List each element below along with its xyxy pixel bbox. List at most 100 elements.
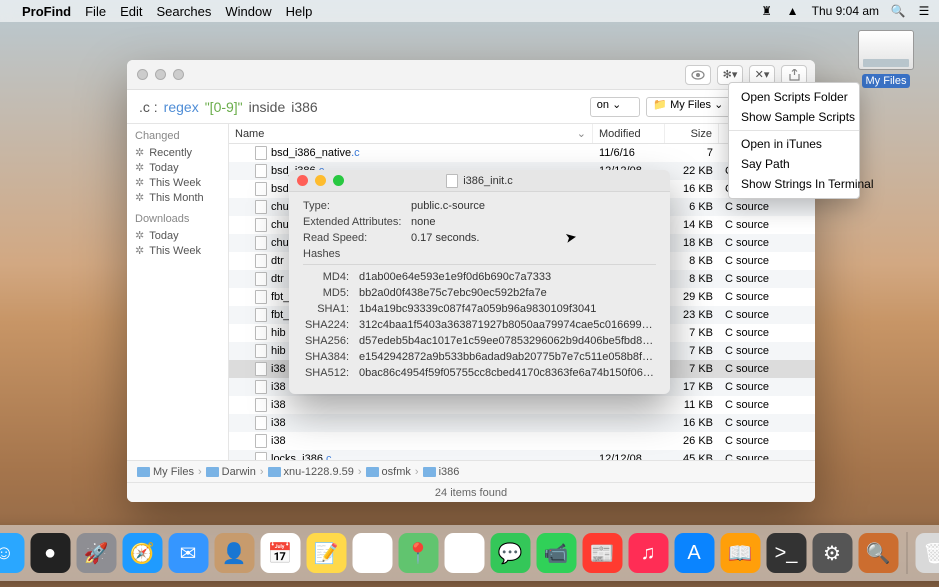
file-name: i38: [271, 399, 286, 411]
menu-item[interactable]: Open in iTunes: [729, 134, 859, 154]
menu-item[interactable]: Show Sample Scripts: [729, 107, 859, 127]
cell-size: 16 KB: [665, 417, 719, 429]
dock-reminders[interactable]: ☑: [352, 533, 392, 573]
menu-edit[interactable]: Edit: [120, 4, 142, 19]
dock-messages[interactable]: 💬: [490, 533, 530, 573]
sidebar-item[interactable]: ✲This Week: [135, 175, 220, 190]
menu-searches[interactable]: Searches: [156, 4, 211, 19]
cell-kind: C source: [719, 399, 815, 411]
path-segment[interactable]: osfmk: [366, 466, 411, 478]
dock-itunes[interactable]: ♫: [628, 533, 668, 573]
menu-item[interactable]: Show Strings In Terminal: [729, 174, 859, 194]
col-size[interactable]: Size: [665, 124, 719, 143]
file-name: i38: [271, 381, 286, 393]
cell-size: 14 KB: [665, 219, 719, 231]
hash-key: MD4:: [303, 271, 359, 283]
file-name: chu: [271, 237, 289, 249]
sidebar-item-label: Recently: [149, 147, 192, 159]
cell-kind: C source: [719, 291, 815, 303]
chevron-icon: ›: [358, 466, 362, 478]
dock-finder[interactable]: ☺: [0, 533, 24, 573]
hash-value: d1ab00e64e593e1e9f0d6b690c7a7333: [359, 271, 656, 283]
path-segment[interactable]: xnu-1228.9.59: [268, 466, 354, 478]
gear-icon: ✲: [135, 229, 144, 242]
cell-size: 16 KB: [665, 183, 719, 195]
folder-icon: [366, 467, 379, 477]
table-row[interactable]: i3811 KBC source: [229, 396, 815, 414]
dock-mail[interactable]: ✉: [168, 533, 208, 573]
dock-terminal[interactable]: >_: [766, 533, 806, 573]
dock-siri[interactable]: ●: [30, 533, 70, 573]
status-bar: 24 items found: [127, 482, 815, 502]
table-row[interactable]: i3816 KBC source: [229, 414, 815, 432]
cell-size: 8 KB: [665, 255, 719, 267]
dock-contacts[interactable]: 👤: [214, 533, 254, 573]
disk-icon: [858, 30, 914, 70]
col-name[interactable]: Name⌄: [229, 124, 593, 143]
status-icon[interactable]: ▲: [786, 4, 800, 18]
sidebar-item[interactable]: ✲Recently: [135, 145, 220, 160]
dock-news[interactable]: 📰: [582, 533, 622, 573]
menu-file[interactable]: File: [85, 4, 106, 19]
file-icon: [255, 290, 267, 304]
cell-size: 17 KB: [665, 381, 719, 393]
sidebar-item[interactable]: ✲This Month: [135, 190, 220, 205]
menubar-clock[interactable]: Thu 9:04 am: [812, 4, 879, 18]
control-center-icon[interactable]: ☰: [917, 4, 931, 18]
cell-kind: C source: [719, 309, 815, 321]
path-bar[interactable]: My Files›Darwin›xnu-1228.9.59›osfmk›i386: [127, 460, 815, 482]
sidebar-item[interactable]: ✲Today: [135, 160, 220, 175]
close-button[interactable]: [137, 69, 148, 80]
info-zoom-button[interactable]: [333, 175, 344, 186]
table-row[interactable]: locks_i386.c12/12/0845 KBC source: [229, 450, 815, 460]
dock-trash[interactable]: 🗑: [915, 533, 939, 573]
cell-modified: 12/12/08: [593, 453, 665, 460]
col-modified[interactable]: Modified: [593, 124, 665, 143]
minimize-button[interactable]: [155, 69, 166, 80]
info-window: i386_init.c Type:public.c-sourceExtended…: [289, 170, 670, 394]
dock-safari[interactable]: 🧭: [122, 533, 162, 573]
info-close-button[interactable]: [297, 175, 308, 186]
table-row[interactable]: i3826 KBC source: [229, 432, 815, 450]
dock-calendar[interactable]: 📅: [260, 533, 300, 573]
desktop-disk[interactable]: My Files: [851, 30, 921, 88]
menu-item[interactable]: Open Scripts Folder: [729, 87, 859, 107]
hash-value: 0bac86c4954f59f05755cc8cbed4170c8363fe6a…: [359, 367, 656, 379]
dock-photos[interactable]: ❀: [444, 533, 484, 573]
info-minimize-button[interactable]: [315, 175, 326, 186]
sidebar-item[interactable]: ✲ Today: [135, 228, 220, 243]
menu-help[interactable]: Help: [286, 4, 313, 19]
menu-window[interactable]: Window: [225, 4, 271, 19]
menu-item[interactable]: Say Path: [729, 154, 859, 174]
dock-util[interactable]: ⚙: [812, 533, 852, 573]
file-name: dtr: [271, 273, 284, 285]
cell-kind: C source: [719, 345, 815, 357]
path-segment[interactable]: Darwin: [206, 466, 256, 478]
zoom-button[interactable]: [173, 69, 184, 80]
dock-notes[interactable]: 📝: [306, 533, 346, 573]
app-name[interactable]: ProFind: [22, 4, 71, 19]
dock-facetime[interactable]: 📹: [536, 533, 576, 573]
dock-books[interactable]: 📖: [720, 533, 760, 573]
spotlight-icon[interactable]: 🔍: [891, 4, 905, 18]
query-bar[interactable]: .c : regex "[0-9]" inside i386 on ⌄ 📁 My…: [127, 90, 815, 124]
dock-profind[interactable]: 🔍: [858, 533, 898, 573]
sidebar-item-label: Today: [149, 230, 178, 242]
file-name: chu: [271, 219, 289, 231]
file-icon: [446, 174, 458, 188]
dock-appstore[interactable]: A: [674, 533, 714, 573]
sidebar-item[interactable]: ✲This Week: [135, 243, 220, 258]
cell-kind: C source: [719, 381, 815, 393]
chess-icon[interactable]: ♜: [760, 4, 774, 18]
file-name: bsd_i386_native.c: [271, 147, 360, 159]
info-hash-title: Hashes: [303, 248, 411, 260]
dock-maps[interactable]: 📍: [398, 533, 438, 573]
titlebar[interactable]: ✻▾ ✕▾: [127, 60, 815, 90]
scope-on-select[interactable]: on ⌄: [590, 97, 641, 117]
path-segment[interactable]: i386: [423, 466, 460, 478]
path-segment[interactable]: My Files: [137, 466, 194, 478]
dock-launchpad[interactable]: 🚀: [76, 533, 116, 573]
info-titlebar[interactable]: i386_init.c: [289, 170, 670, 192]
sidebar-item-label: This Month: [149, 192, 203, 204]
quicklook-button[interactable]: [685, 65, 711, 85]
